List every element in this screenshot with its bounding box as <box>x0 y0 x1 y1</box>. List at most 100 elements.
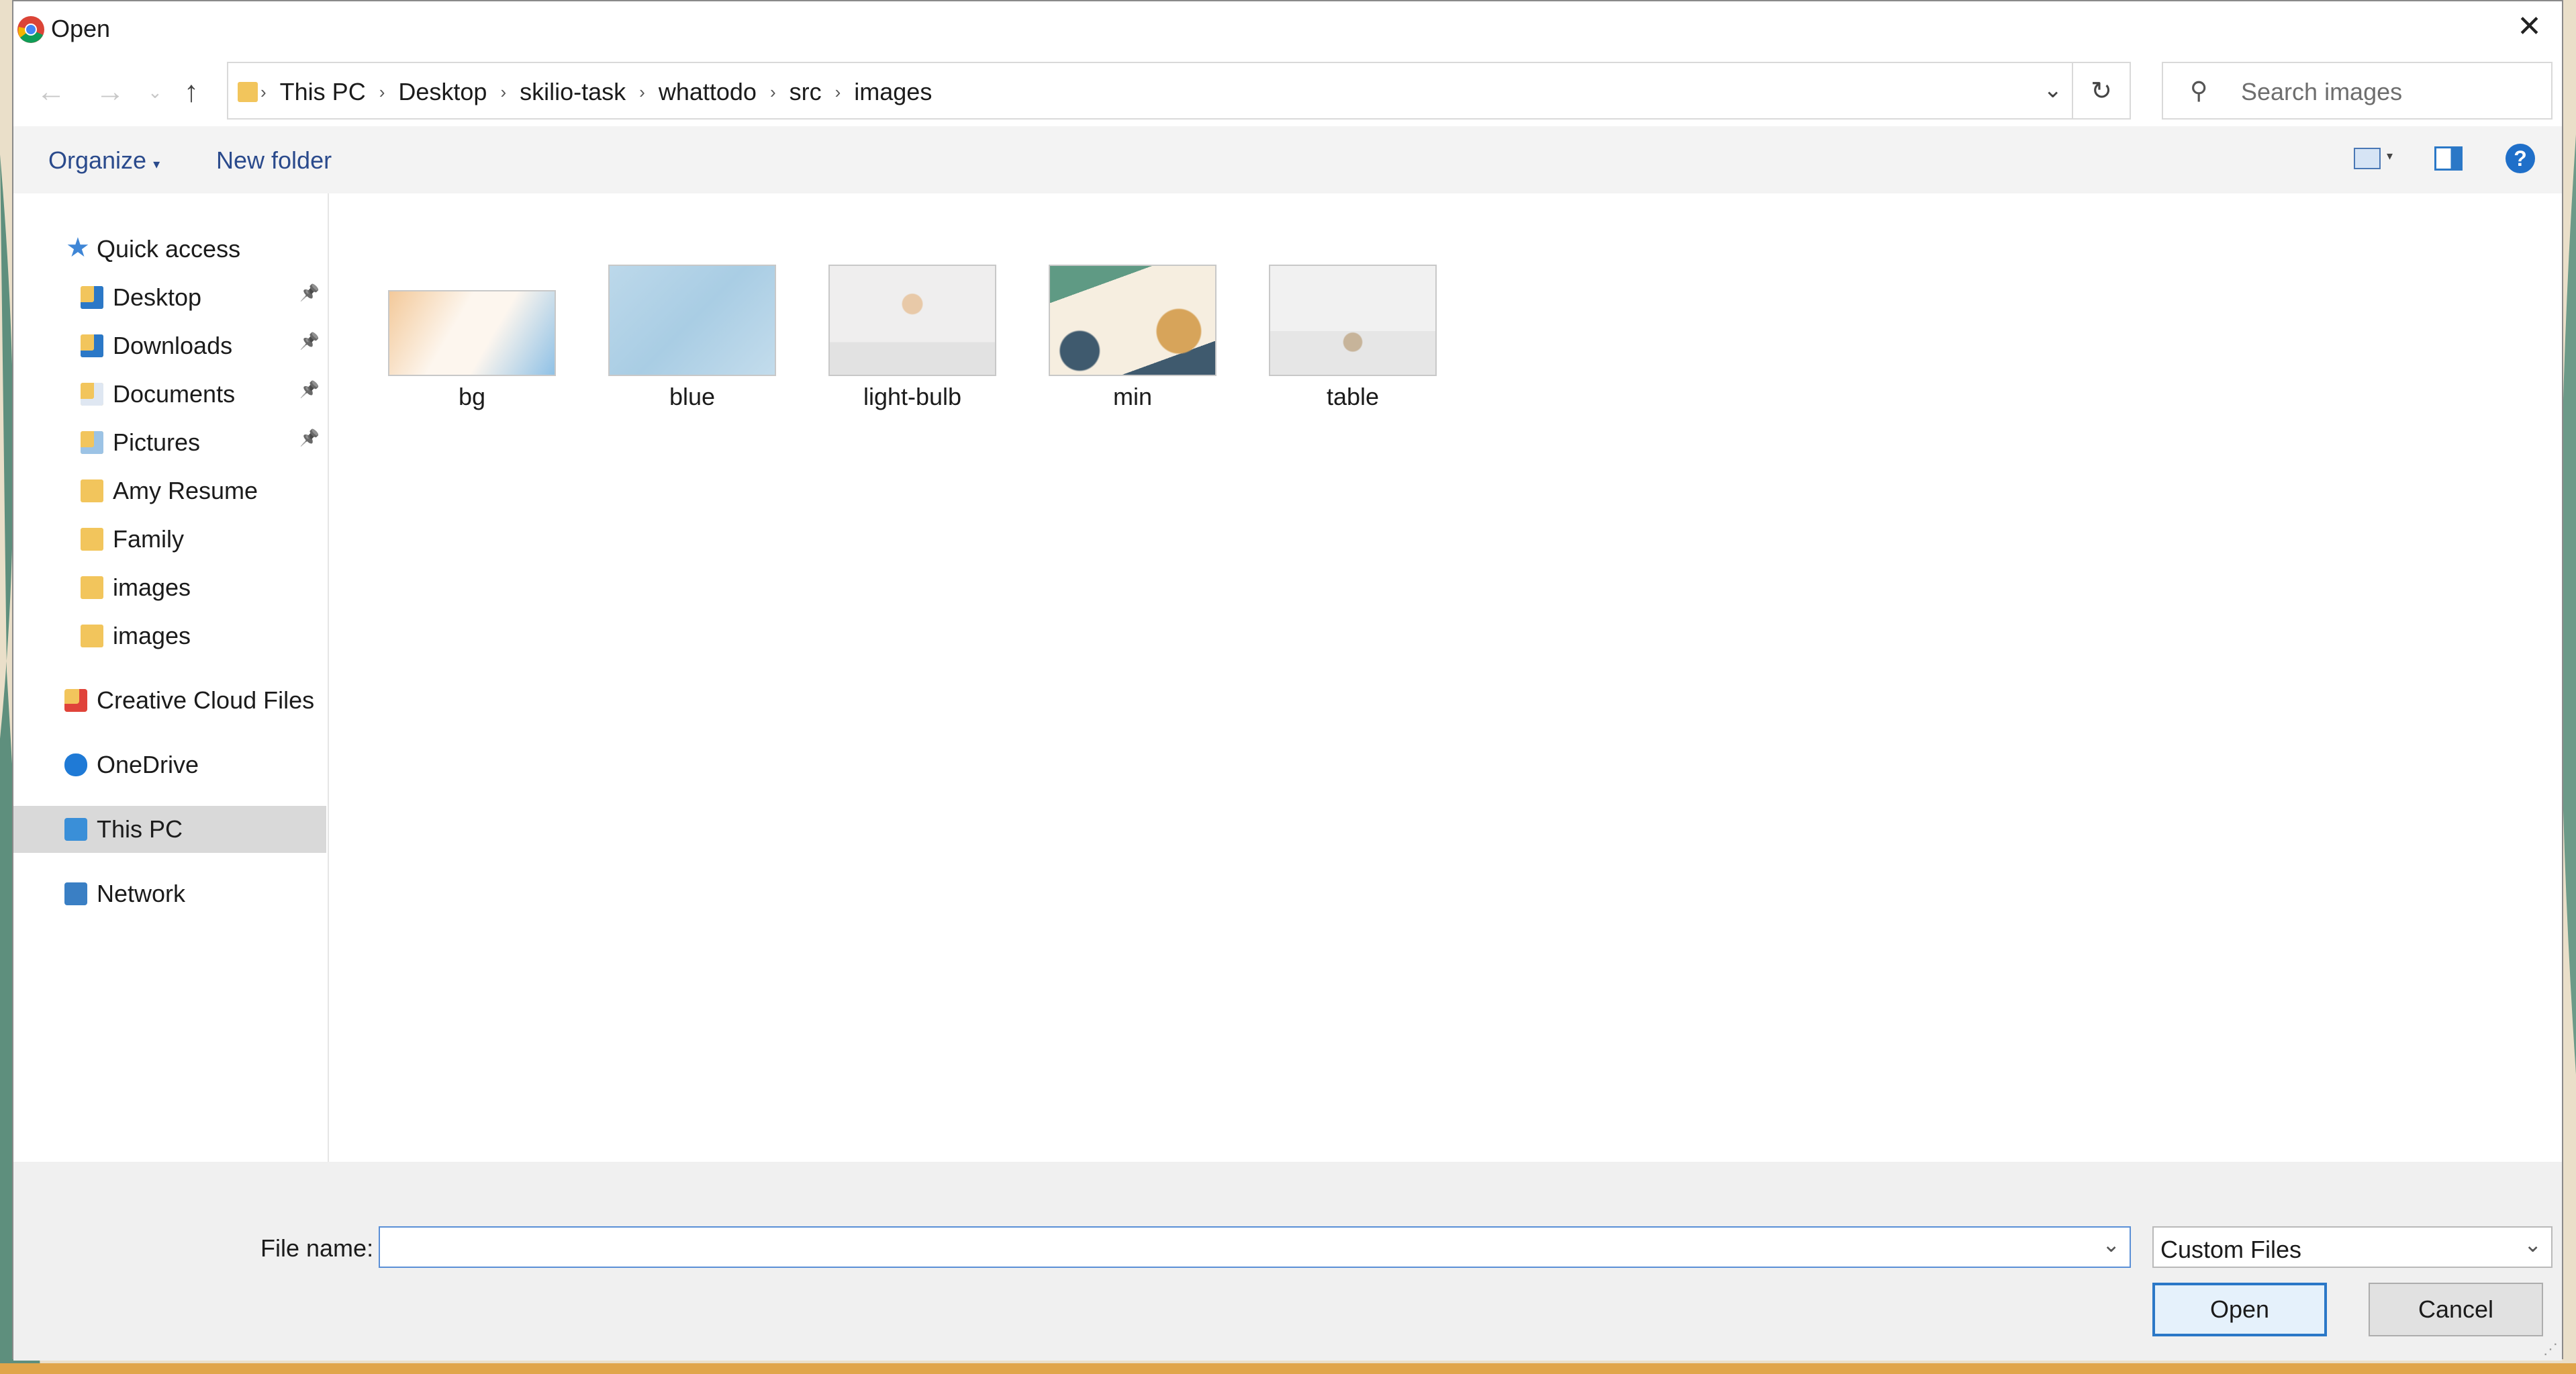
sidebar-item-label: Quick access <box>97 235 241 263</box>
sidebar-item-label: Network <box>97 880 186 907</box>
window-title: Open <box>51 15 111 42</box>
sidebar-item-images[interactable]: images <box>13 564 326 611</box>
refresh-button[interactable]: ↻ <box>2072 63 2130 118</box>
sidebar-item-network[interactable]: Network <box>13 870 326 917</box>
breadcrumb-whattodo[interactable]: whattodo <box>648 78 767 106</box>
folder-icon <box>81 576 103 599</box>
breadcrumb-images[interactable]: images <box>843 78 943 106</box>
network-icon <box>64 882 87 905</box>
image-thumbnail <box>828 265 996 376</box>
sidebar-item-label: Family <box>113 525 184 553</box>
pin-icon[interactable]: 📌 <box>299 332 320 351</box>
cancel-button[interactable]: Cancel <box>2369 1283 2543 1336</box>
back-button[interactable]: ← <box>36 75 66 109</box>
open-button[interactable]: Open <box>2152 1283 2327 1336</box>
image-thumbnail <box>388 290 556 376</box>
sidebar-item-label: Creative Cloud Files <box>97 686 315 714</box>
search-input[interactable]: Search images <box>2241 78 2402 106</box>
sidebar-item-label: images <box>113 622 191 649</box>
resize-grip-icon[interactable]: ⋰ <box>2543 1340 2558 1358</box>
chevron-down-icon: ⌄ <box>148 82 162 102</box>
pin-icon[interactable]: 📌 <box>299 380 320 400</box>
file-name: bg <box>458 383 486 410</box>
sidebar-item-images[interactable]: images <box>13 612 326 659</box>
organize-label: Organize <box>48 146 147 174</box>
sidebar-item-label: images <box>113 574 191 601</box>
chevron-right-icon: › <box>379 81 385 102</box>
breadcrumb-this-pc[interactable]: This PC <box>269 78 377 106</box>
image-thumbnail <box>1269 265 1437 376</box>
sidebar-item-label: This PC <box>97 815 183 843</box>
up-button[interactable]: ↑ <box>184 75 199 109</box>
file-item[interactable]: bg <box>388 193 556 435</box>
chevron-right-icon: › <box>834 81 841 102</box>
file-type-value: Custom Files <box>2160 1236 2302 1263</box>
sidebar-item-quick-access[interactable]: ★ Quick access <box>13 226 326 273</box>
organize-button[interactable]: Organize ▾ <box>48 146 160 175</box>
open-file-dialog: Open ✕ ← → ⌄ ↑ › This PC › Desktop › ski… <box>12 0 2563 1361</box>
folder-icon <box>238 82 258 102</box>
file-name: table <box>1326 383 1380 410</box>
sidebar-item-downloads[interactable]: Downloads 📌 <box>13 322 326 369</box>
sidebar-item-this-pc[interactable]: This PC <box>13 806 326 853</box>
close-icon[interactable]: ✕ <box>2517 9 2542 44</box>
sidebar-item-desktop[interactable]: Desktop 📌 <box>13 274 326 321</box>
view-menu-arrow-icon[interactable]: ▾ <box>2387 149 2393 163</box>
file-list: bg blue light-bulb min table <box>330 193 2562 1162</box>
file-name: min <box>1112 383 1152 410</box>
chevron-down-icon: ⌄ <box>2524 1232 2542 1256</box>
pictures-folder-icon <box>81 431 103 454</box>
chrome-icon <box>17 16 44 43</box>
sidebar-item-family[interactable]: Family <box>13 516 326 563</box>
sidebar-item-label: Desktop <box>113 283 202 311</box>
breadcrumb-src[interactable]: src <box>779 78 832 106</box>
breadcrumb: › This PC › Desktop › skilio-task › what… <box>228 63 943 121</box>
file-item[interactable]: min <box>1049 193 1217 435</box>
creative-cloud-icon <box>64 689 87 712</box>
navigation-bar: ← → ⌄ ↑ › This PC › Desktop › skilio-tas… <box>13 59 2562 126</box>
file-type-select[interactable]: Custom Files ⌄ <box>2152 1226 2553 1268</box>
file-item[interactable]: blue <box>608 193 776 435</box>
image-thumbnail <box>1049 265 1217 376</box>
downloads-folder-icon <box>81 334 103 357</box>
pin-icon[interactable]: 📌 <box>299 283 320 303</box>
sidebar-item-pictures[interactable]: Pictures 📌 <box>13 419 326 466</box>
folder-icon <box>81 625 103 647</box>
preview-pane-icon[interactable] <box>2434 146 2463 171</box>
breadcrumb-skilio-task[interactable]: skilio-task <box>509 78 636 106</box>
new-folder-button[interactable]: New folder <box>216 146 332 175</box>
help-icon[interactable]: ? <box>2506 144 2535 173</box>
chevron-right-icon: › <box>500 81 507 102</box>
command-toolbar: Organize ▾ New folder ▾ ? <box>13 126 2562 193</box>
search-icon: ⚲ <box>2190 77 2208 104</box>
address-bar[interactable]: › This PC › Desktop › skilio-task › what… <box>227 62 2131 120</box>
sidebar-item-amy-resume[interactable]: Amy Resume <box>13 467 326 514</box>
file-item[interactable]: table <box>1269 193 1437 435</box>
sidebar-item-onedrive[interactable]: OneDrive <box>13 741 326 788</box>
desktop-folder-icon <box>81 286 103 309</box>
search-box[interactable]: ⚲ Search images <box>2162 62 2553 120</box>
address-dropdown-icon[interactable]: ⌄ <box>2044 77 2063 103</box>
star-icon: ★ <box>66 233 90 263</box>
chevron-down-icon[interactable]: ⌄ <box>2102 1232 2120 1257</box>
sidebar-item-label: Amy Resume <box>113 477 258 504</box>
dialog-footer: File name: ⌄ Custom Files ⌄ Open Cancel … <box>13 1162 2562 1361</box>
change-view-icon[interactable] <box>2354 148 2381 169</box>
recent-locations-button[interactable]: ⌄ <box>148 82 162 103</box>
pin-icon[interactable]: 📌 <box>299 428 320 448</box>
sidebar-item-documents[interactable]: Documents 📌 <box>13 371 326 418</box>
file-name: light-bulb <box>863 383 962 410</box>
chevron-right-icon: › <box>260 81 267 102</box>
arrow-left-icon: ← <box>36 75 66 108</box>
arrow-up-icon: ↑ <box>184 75 199 108</box>
navigation-pane: ★ Quick access Desktop 📌 Downloads 📌 Document… <box>13 193 329 1162</box>
folder-icon <box>81 528 103 551</box>
file-item[interactable]: light-bulb <box>828 193 996 435</box>
breadcrumb-desktop[interactable]: Desktop <box>387 78 497 106</box>
title-bar: Open ✕ <box>13 1 2562 59</box>
forward-button[interactable]: → <box>95 75 125 109</box>
file-name-input[interactable]: ⌄ <box>379 1226 2131 1268</box>
onedrive-icon <box>64 753 87 776</box>
folder-icon <box>81 479 103 502</box>
sidebar-item-creative-cloud[interactable]: Creative Cloud Files <box>13 677 326 724</box>
